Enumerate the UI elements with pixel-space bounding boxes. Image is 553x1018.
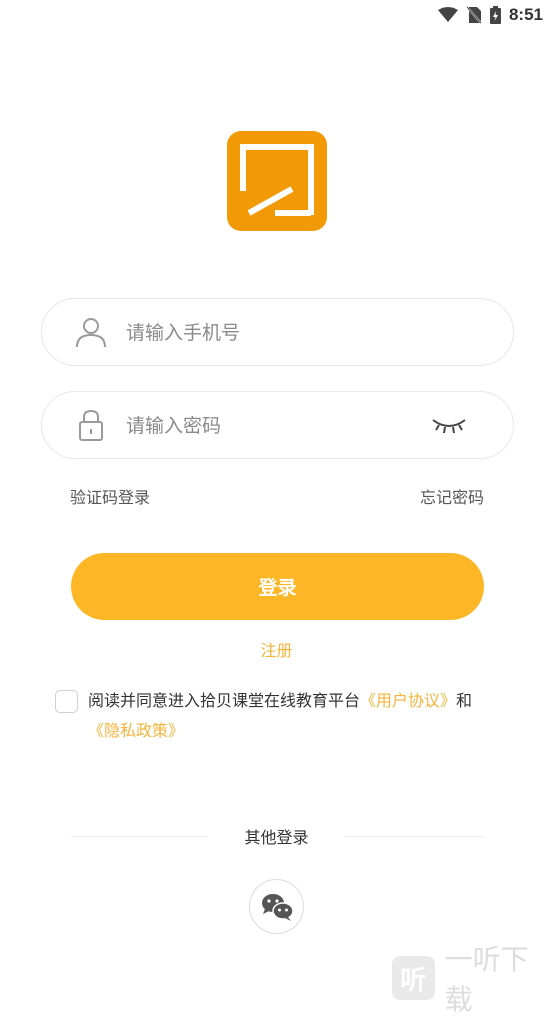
password-input[interactable] <box>124 392 428 460</box>
no-sim-icon <box>466 6 482 24</box>
password-field[interactable] <box>41 391 514 460</box>
user-icon <box>76 318 106 348</box>
battery-charging-icon <box>489 6 501 24</box>
watermark-logo: 听 <box>392 956 435 1000</box>
wifi-icon <box>437 7 458 22</box>
status-time: 8:51 <box>508 5 543 24</box>
agreement-checkbox[interactable] <box>55 690 78 713</box>
privacy-policy-link[interactable]: 《隐私政策》 <box>88 721 184 740</box>
agreement-and: 和 <box>456 691 473 710</box>
login-button[interactable]: 登录 <box>71 553 484 620</box>
watermark-text: 一听下载 <box>444 943 529 1016</box>
wechat-login-button[interactable] <box>249 879 304 934</box>
wechat-icon <box>262 894 294 921</box>
phone-input[interactable] <box>124 299 428 367</box>
register-label[interactable]: 注册 <box>260 641 292 660</box>
status-bar: 8:51 <box>0 0 553 30</box>
app-logo <box>227 131 327 231</box>
user-agreement-link[interactable]: 《用户协议》 <box>360 691 456 710</box>
eye-closed-icon[interactable] <box>431 412 467 438</box>
sms-login-link[interactable]: 验证码登录 <box>70 484 150 508</box>
status-icons: 8:51 <box>437 5 543 25</box>
other-login-label: 其他登录 <box>244 828 309 847</box>
lock-icon <box>79 409 103 441</box>
agreement-text: 阅读并同意进入拾贝课堂在线教育平台《用户协议》和《隐私政策》 <box>88 686 518 746</box>
agreement-prefix: 阅读并同意进入拾贝课堂在线教育平台 <box>88 691 361 710</box>
forgot-password-link[interactable]: 忘记密码 <box>420 484 484 508</box>
watermark: 听 一听下载 <box>392 938 553 1018</box>
phone-field[interactable] <box>41 298 514 367</box>
register-link[interactable]: 注册 <box>0 637 553 661</box>
